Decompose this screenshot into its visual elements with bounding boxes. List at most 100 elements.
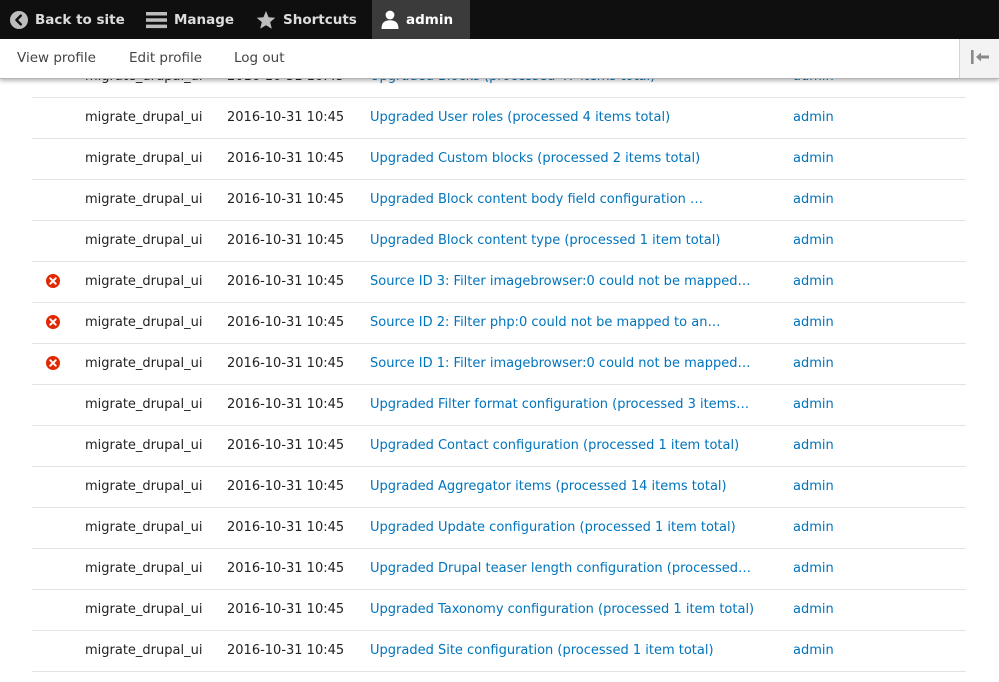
log-row: migrate_drupal_ui 2016-10-31 10:45 Upgrade… (32, 98, 966, 139)
user-tray: View profile Edit profile Log out (0, 39, 999, 79)
log-user-link[interactable]: admin (793, 590, 834, 630)
log-row: migrate_drupal_ui 2016-10-31 10:45 Source … (32, 344, 966, 385)
tray-orientation-toggle[interactable] (959, 39, 999, 78)
log-user-link[interactable]: admin (793, 303, 834, 343)
status-icon-empty (46, 139, 60, 179)
log-user-link[interactable]: admin (793, 262, 834, 302)
log-type: migrate_drupal_ui (85, 151, 203, 166)
log-row: migrate_drupal_ui 2016-10-31 10:45 Upgrade… (32, 221, 966, 262)
log-type: migrate_drupal_ui (85, 602, 203, 617)
status-icon-empty (46, 180, 60, 220)
log-user-link[interactable]: admin (793, 631, 834, 671)
log-date: 2016-10-31 10:45 (227, 192, 345, 207)
log-date: 2016-10-31 10:45 (227, 643, 345, 658)
orientation-toggle-icon (970, 49, 990, 69)
log-row: migrate_drupal_ui 2016-10-31 10:45 Upgrade… (32, 549, 966, 590)
log-type: migrate_drupal_ui (85, 561, 203, 576)
log-message-link[interactable]: Upgraded Drupal teaser length configurat… (370, 549, 751, 589)
log-message-link[interactable]: Upgraded Block content type (processed 1… (370, 221, 720, 261)
log-date: 2016-10-31 10:45 (227, 274, 345, 289)
manage-tab[interactable]: Manage (146, 0, 234, 39)
back-to-site-link[interactable]: Back to site (10, 0, 125, 39)
back-arrow-icon (10, 10, 28, 29)
log-row: migrate_drupal_ui 2016-10-31 10:45 Upgrade… (32, 467, 966, 508)
log-row: migrate_drupal_ui 2016-10-31 10:45 Upgrade… (32, 590, 966, 631)
status-icon-empty (46, 426, 60, 466)
log-row: migrate_drupal_ui 2016-10-31 10:45 Upgrade… (32, 508, 966, 549)
log-type: migrate_drupal_ui (85, 356, 203, 371)
log-user-link[interactable]: admin (793, 508, 834, 548)
log-date: 2016-10-31 10:45 (227, 561, 345, 576)
log-date: 2016-10-31 10:45 (227, 479, 345, 494)
log-row: migrate_drupal_ui 2016-10-31 10:45 Upgrade… (32, 180, 966, 221)
admin-toolbar: Back to site Manage Shortcuts admin (0, 0, 999, 39)
log-user-link[interactable]: admin (793, 467, 834, 507)
log-user-link[interactable]: admin (793, 426, 834, 466)
log-type: migrate_drupal_ui (85, 274, 203, 289)
log-date: 2016-10-31 10:45 (227, 602, 345, 617)
log-message-link[interactable]: Upgraded Filter format configuration (pr… (370, 385, 749, 425)
edit-profile-link[interactable]: Edit profile (129, 39, 202, 78)
manage-label: Manage (174, 11, 235, 28)
shortcuts-tab[interactable]: Shortcuts (256, 0, 357, 39)
log-user-link[interactable]: admin (793, 385, 834, 425)
shortcuts-label: Shortcuts (283, 11, 357, 28)
log-type: migrate_drupal_ui (85, 233, 203, 248)
log-message-link[interactable]: Upgraded Update configuration (processed… (370, 508, 736, 548)
log-row: migrate_drupal_ui 2016-10-31 10:45 Source … (32, 262, 966, 303)
log-message-link[interactable]: Upgraded User roles (processed 4 items t… (370, 98, 670, 138)
log-type: migrate_drupal_ui (85, 315, 203, 330)
user-icon (381, 10, 399, 29)
log-row: migrate_drupal_ui 2016-10-31 10:45 Upgrade… (32, 631, 966, 672)
log-type: migrate_drupal_ui (85, 397, 203, 412)
log-row: migrate_drupal_ui 2016-10-31 10:45 Upgrade… (32, 385, 966, 426)
log-type: migrate_drupal_ui (85, 520, 203, 535)
status-icon-empty (46, 631, 60, 671)
log-type: migrate_drupal_ui (85, 643, 203, 658)
log-type: migrate_drupal_ui (85, 110, 203, 125)
log-user-link[interactable]: admin (793, 98, 834, 138)
log-message-link[interactable]: Upgraded Custom blocks (processed 2 item… (370, 139, 700, 179)
log-user-link[interactable]: admin (793, 180, 834, 220)
status-icon-empty (46, 467, 60, 507)
log-type: migrate_drupal_ui (85, 479, 203, 494)
back-to-site-label: Back to site (35, 11, 125, 28)
user-label: admin (406, 11, 454, 28)
page: Back to site Manage Shortcuts admin View… (0, 0, 999, 682)
log-message-link[interactable]: Upgraded Taxonomy configuration (process… (370, 590, 754, 630)
log-message-link[interactable]: Upgraded Block content body field config… (370, 180, 703, 220)
status-icon-empty (46, 549, 60, 589)
star-icon (256, 10, 276, 30)
view-profile-link[interactable]: View profile (17, 39, 96, 78)
hamburger-icon (146, 11, 167, 29)
user-tab[interactable]: admin (372, 0, 470, 39)
log-message-link[interactable]: Source ID 1: Filter imagebrowser:0 could… (370, 344, 750, 384)
log-user-link[interactable]: admin (793, 549, 834, 589)
error-icon (46, 262, 60, 302)
log-message-link[interactable]: Upgraded Contact configuration (processe… (370, 426, 739, 466)
log-message-link[interactable]: Upgraded Aggregator items (processed 14 … (370, 467, 727, 507)
log-user-link[interactable]: admin (793, 221, 834, 261)
log-date: 2016-10-31 10:45 (227, 520, 345, 535)
status-icon-empty (46, 385, 60, 425)
log-date: 2016-10-31 10:45 (227, 151, 345, 166)
log-date: 2016-10-31 10:45 (227, 110, 345, 125)
log-table: migrate_drupal_ui 2016-10-31 10:45 Upgrade… (32, 57, 966, 672)
status-icon-empty (46, 590, 60, 630)
error-icon (46, 344, 60, 384)
log-user-link[interactable]: admin (793, 139, 834, 179)
status-icon-empty (46, 508, 60, 548)
log-message-link[interactable]: Source ID 2: Filter php:0 could not be m… (370, 303, 720, 343)
log-message-link[interactable]: Source ID 3: Filter imagebrowser:0 could… (370, 262, 750, 302)
log-date: 2016-10-31 10:45 (227, 315, 345, 330)
log-message-link[interactable]: Upgraded Site configuration (processed 1… (370, 631, 714, 671)
error-icon (46, 303, 60, 343)
log-type: migrate_drupal_ui (85, 192, 203, 207)
log-row: migrate_drupal_ui 2016-10-31 10:45 Source … (32, 303, 966, 344)
log-row: migrate_drupal_ui 2016-10-31 10:45 Upgrade… (32, 426, 966, 467)
log-row: migrate_drupal_ui 2016-10-31 10:45 Upgrade… (32, 139, 966, 180)
status-icon-empty (46, 98, 60, 138)
log-date: 2016-10-31 10:45 (227, 233, 345, 248)
log-out-link[interactable]: Log out (234, 39, 285, 78)
log-user-link[interactable]: admin (793, 344, 834, 384)
